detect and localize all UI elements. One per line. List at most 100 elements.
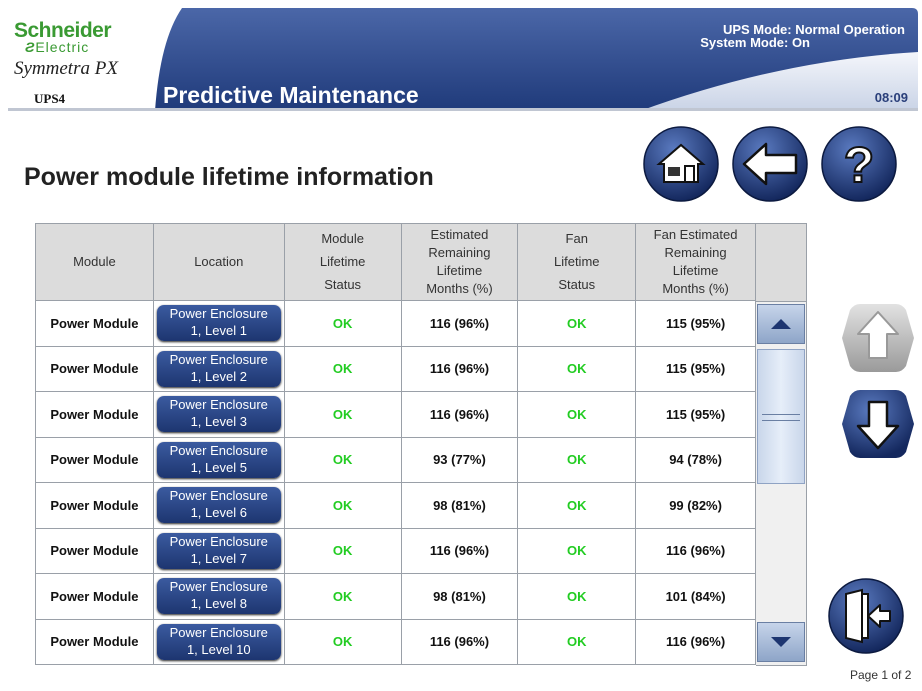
svg-text:?: ?: [844, 137, 875, 193]
location-cell: Power Enclosure 1, Level 1: [152, 300, 285, 347]
module-status-cell: OK: [283, 391, 402, 438]
location-button[interactable]: Power Enclosure 1, Level 7: [156, 532, 281, 569]
back-arrow-icon: [732, 126, 808, 202]
scroll-thumb-grip: [762, 414, 800, 421]
location-button[interactable]: Power Enclosure 1, Level 3: [156, 396, 281, 433]
fan-est-remaining-cell: 94 (78%): [635, 436, 756, 483]
table-row: Power Module Power Enclosure 1, Level 7 O…: [35, 527, 756, 574]
table-row: Power Module Power Enclosure 1, Level 6 O…: [35, 482, 756, 529]
fan-status-cell: OK: [517, 527, 637, 574]
module-lifetime-table: Module Location Module Lifetime Status Est…: [35, 223, 756, 665]
location-button[interactable]: Power Enclosure 1, Level 1: [156, 305, 281, 342]
table-row: Power Module Power Enclosure 1, Level 2 O…: [35, 345, 756, 392]
unit-name: UPS4: [34, 91, 66, 106]
exit-button[interactable]: [828, 578, 904, 654]
fan-status-cell: OK: [517, 618, 637, 665]
module-cell: Power Module: [35, 618, 154, 665]
location-cell: Power Enclosure 1, Level 3: [152, 391, 285, 438]
location-cell: Power Enclosure 1, Level 10: [152, 618, 285, 665]
location-cell: Power Enclosure 1, Level 8: [152, 573, 285, 620]
est-remaining-cell: 116 (96%): [400, 345, 519, 392]
page-heading: Power module lifetime information: [24, 163, 434, 191]
col-header-module: Module: [35, 223, 154, 301]
fan-status-cell: OK: [517, 573, 637, 620]
col-header-location: Location: [152, 223, 285, 301]
table-scrollbar[interactable]: [756, 223, 807, 666]
home-button[interactable]: [643, 126, 719, 202]
triangle-down-icon: [771, 637, 791, 647]
module-status-cell: OK: [283, 618, 402, 665]
fan-est-remaining-cell: 115 (95%): [635, 300, 756, 347]
module-cell: Power Module: [35, 345, 154, 392]
header-background: [0, 0, 922, 111]
est-remaining-cell: 98 (81%): [400, 482, 519, 529]
location-button[interactable]: Power Enclosure 1, Level 6: [156, 487, 281, 524]
brand-subname: ƧElectric: [25, 39, 89, 55]
module-status-cell: OK: [283, 527, 402, 574]
est-remaining-cell: 116 (96%): [400, 300, 519, 347]
location-button[interactable]: Power Enclosure 1, Level 5: [156, 441, 281, 478]
col-header-fan-status: Fan Lifetime Status: [517, 223, 637, 301]
fan-est-remaining-cell: 101 (84%): [635, 573, 756, 620]
fan-est-remaining-cell: 115 (95%): [635, 391, 756, 438]
module-status-cell: OK: [283, 345, 402, 392]
module-cell: Power Module: [35, 573, 154, 620]
module-cell: Power Module: [35, 527, 154, 574]
table-row: Power Module Power Enclosure 1, Level 10 …: [35, 618, 756, 665]
fan-status-cell: OK: [517, 391, 637, 438]
module-cell: Power Module: [35, 482, 154, 529]
fan-est-remaining-cell: 116 (96%): [635, 527, 756, 574]
location-cell: Power Enclosure 1, Level 7: [152, 527, 285, 574]
back-button[interactable]: [732, 126, 808, 202]
module-cell: Power Module: [35, 436, 154, 483]
location-button[interactable]: Power Enclosure 1, Level 2: [156, 350, 281, 387]
fan-status-cell: OK: [517, 345, 637, 392]
module-status-cell: OK: [283, 300, 402, 347]
col-header-est-remaining: Estimated Remaining Lifetime Months (%): [400, 223, 519, 301]
module-status-cell: OK: [283, 436, 402, 483]
system-mode-status: System Mode: On: [700, 35, 810, 50]
module-status-cell: OK: [283, 573, 402, 620]
location-button[interactable]: Power Enclosure 1, Level 8: [156, 578, 281, 615]
help-icon: ?: [821, 126, 897, 202]
scrollbar-header-cell: [756, 224, 806, 302]
page-down-button[interactable]: [840, 386, 918, 464]
help-button[interactable]: ?: [821, 126, 897, 202]
col-header-fan-est-remaining: Fan Estimated Remaining Lifetime Months (%): [635, 223, 756, 301]
exit-door-icon: [828, 578, 904, 654]
table-row: Power Module Power Enclosure 1, Level 8 O…: [35, 573, 756, 620]
fan-status-cell: OK: [517, 482, 637, 529]
brand-subname-text: Electric: [35, 39, 90, 55]
scroll-down-button[interactable]: [757, 622, 805, 662]
fan-est-remaining-cell: 99 (82%): [635, 482, 756, 529]
location-button[interactable]: Power Enclosure 1, Level 10: [156, 623, 281, 660]
location-cell: Power Enclosure 1, Level 5: [152, 436, 285, 483]
product-name: Symmetra PX: [14, 58, 118, 79]
est-remaining-cell: 93 (77%): [400, 436, 519, 483]
table-row: Power Module Power Enclosure 1, Level 3 O…: [35, 391, 756, 438]
module-cell: Power Module: [35, 300, 154, 347]
est-remaining-cell: 98 (81%): [400, 573, 519, 620]
header-bar: Schneider ƧElectric Symmetra PX UPS4 Pre…: [0, 0, 922, 111]
clock: 08:09: [874, 90, 908, 105]
fan-est-remaining-cell: 115 (95%): [635, 345, 756, 392]
scroll-thumb[interactable]: [757, 349, 805, 484]
fan-est-remaining-cell: 116 (96%): [635, 618, 756, 665]
scroll-up-button[interactable]: [757, 304, 805, 344]
up-arrow-icon: [842, 304, 914, 372]
page-indicator: Page 1 of 2: [850, 668, 912, 682]
module-status-cell: OK: [283, 482, 402, 529]
col-header-module-status: Module Lifetime Status: [283, 223, 402, 301]
triangle-up-icon: [771, 319, 791, 329]
est-remaining-cell: 116 (96%): [400, 618, 519, 665]
home-icon: [643, 126, 719, 202]
est-remaining-cell: 116 (96%): [400, 527, 519, 574]
page-up-button[interactable]: [840, 300, 918, 378]
table-row: Power Module Power Enclosure 1, Level 1 O…: [35, 300, 756, 347]
fan-status-cell: OK: [517, 300, 637, 347]
table-row: Power Module Power Enclosure 1, Level 5 O…: [35, 436, 756, 483]
brand-logo-icon: Ƨ: [25, 39, 36, 55]
table-header-row: Module Location Module Lifetime Status Est…: [35, 223, 756, 301]
module-cell: Power Module: [35, 391, 154, 438]
screen-title: Predictive Maintenance: [163, 82, 419, 108]
